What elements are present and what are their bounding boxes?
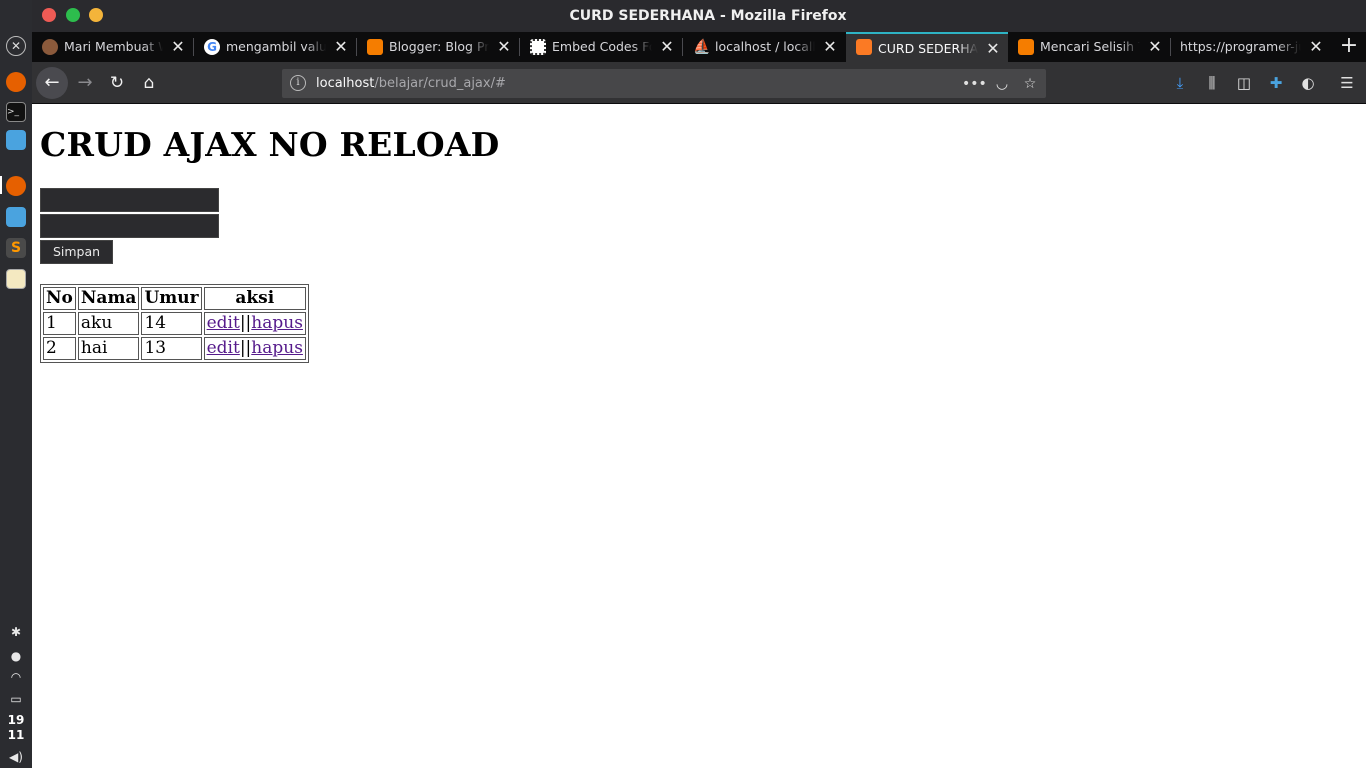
action-separator: ||: [239, 338, 252, 358]
wifi-icon[interactable]: ◠: [6, 668, 26, 686]
header-no: No: [43, 287, 76, 310]
header-nama: Nama: [77, 287, 140, 310]
qr-icon: [530, 39, 546, 55]
battery-icon[interactable]: ▭: [6, 690, 26, 708]
tab-close-icon[interactable]: ✕: [823, 32, 837, 62]
header-umur: Umur: [141, 287, 202, 310]
tab-label: https://programer-junior: [1180, 39, 1301, 54]
dock: ✕ >_ S ✱ ● ◠ ▭ 19 11 ◀): [0, 0, 32, 768]
bluetooth-icon[interactable]: ✱: [6, 623, 26, 641]
cell-umur: 13: [141, 337, 202, 360]
extension-icon[interactable]: ✚: [1266, 73, 1286, 93]
edit-link[interactable]: edit: [207, 313, 240, 333]
data-table: No Nama Umur aksi 1 aku 14 edit||hapus 2…: [40, 284, 309, 363]
action-separator: ||: [239, 313, 252, 333]
xampp-icon: [856, 39, 872, 55]
tab-embed-codes[interactable]: Embed Codes For Web ✕: [520, 32, 682, 62]
save-button[interactable]: Simpan: [40, 240, 113, 264]
user-icon[interactable]: ●: [6, 647, 26, 665]
forward-button[interactable]: →: [71, 69, 99, 97]
bookmark-star-icon[interactable]: ☆: [1020, 74, 1040, 94]
tab-label: Mari Membuat Web: [64, 39, 163, 54]
header-aksi: aksi: [203, 287, 306, 310]
home-button[interactable]: ⌂: [135, 69, 163, 97]
terminal-icon[interactable]: >_: [6, 102, 26, 122]
tab-localhost[interactable]: ⛵ localhost / localhost ✕: [683, 32, 845, 62]
menu-icon[interactable]: ☰: [1337, 73, 1357, 93]
clock[interactable]: 19 11: [0, 713, 32, 743]
close-circle-icon[interactable]: ✕: [6, 36, 26, 56]
url-bar[interactable]: i localhost/belajar/crud_ajax/# ••• ◡ ☆: [282, 69, 1046, 98]
clock-minute: 11: [7, 728, 25, 742]
cell-aksi: edit||hapus: [203, 337, 306, 360]
tab-label: Blogger: Blog Pribadi: [389, 39, 489, 54]
tab-label: CURD SEDERHANA: [878, 41, 978, 56]
new-tab-button[interactable]: +: [1332, 32, 1366, 62]
cell-umur: 14: [141, 312, 202, 335]
tab-close-icon[interactable]: ✕: [1309, 32, 1323, 62]
files-icon[interactable]: [6, 207, 26, 227]
notes-icon[interactable]: [6, 269, 26, 289]
nama-input[interactable]: [40, 188, 219, 212]
tab-close-icon[interactable]: ✕: [171, 32, 185, 62]
firefox-icon[interactable]: [6, 72, 26, 92]
tab-label: Embed Codes For Web: [552, 39, 652, 54]
tab-close-icon[interactable]: ✕: [497, 32, 511, 62]
firefox-icon[interactable]: [6, 176, 26, 196]
tab-close-icon[interactable]: ✕: [986, 34, 1000, 62]
tab-bar: Mari Membuat Web ✕ G mengambil value dar…: [32, 32, 1366, 62]
tab-label: mengambil value dari: [226, 39, 326, 54]
nav-bar: ← → ↻ ⌂ i localhost/belajar/crud_ajax/# …: [32, 62, 1366, 104]
cell-no: 2: [43, 337, 76, 360]
back-button[interactable]: ←: [36, 67, 68, 99]
tab-label: localhost / localhost: [715, 39, 815, 54]
info-icon[interactable]: i: [290, 75, 306, 91]
sync-icon[interactable]: ◐: [1298, 73, 1318, 93]
reload-button[interactable]: ↻: [103, 69, 131, 97]
table-row: 2 hai 13 edit||hapus: [43, 337, 306, 360]
active-app-marker: [0, 176, 2, 194]
folder-icon[interactable]: [6, 130, 26, 150]
hapus-link[interactable]: hapus: [251, 313, 303, 333]
pocket-icon[interactable]: ◡: [992, 74, 1012, 94]
page-title: CRUD AJAX NO RELOAD: [40, 125, 500, 164]
tab-close-icon[interactable]: ✕: [1148, 32, 1162, 62]
volume-icon[interactable]: ◀): [6, 748, 26, 766]
cell-nama: aku: [77, 312, 140, 335]
table-row: 1 aku 14 edit||hapus: [43, 312, 306, 335]
window-title: CURD SEDERHANA - Mozilla Firefox: [569, 8, 847, 24]
page-content: CRUD AJAX NO RELOAD Simpan No Nama Umur …: [32, 105, 1366, 768]
cell-no: 1: [43, 312, 76, 335]
clock-hour: 19: [7, 713, 25, 727]
tab-close-icon[interactable]: ✕: [660, 32, 674, 62]
url-path: /belajar/crud_ajax/#: [374, 76, 506, 91]
tab-mengambil-value[interactable]: G mengambil value dari ✕: [194, 32, 356, 62]
tab-close-icon[interactable]: ✕: [334, 32, 348, 62]
google-icon: G: [204, 39, 220, 55]
downloads-icon[interactable]: ⤓: [1170, 73, 1190, 93]
edit-link[interactable]: edit: [207, 338, 240, 358]
sublime-icon[interactable]: S: [6, 238, 26, 258]
blogger-icon: [1018, 39, 1034, 55]
tab-mari-membuat[interactable]: Mari Membuat Web ✕: [32, 32, 193, 62]
sidebar-icon[interactable]: ◫: [1234, 73, 1254, 93]
tab-blogger[interactable]: Blogger: Blog Pribadi ✕: [357, 32, 519, 62]
cell-aksi: edit||hapus: [203, 312, 306, 335]
url-text[interactable]: localhost/belajar/crud_ajax/#: [316, 69, 506, 98]
url-host: localhost: [316, 76, 375, 91]
page-actions-icon[interactable]: •••: [962, 74, 987, 94]
tab-label: Mencari Selisih Tanggal: [1040, 39, 1140, 54]
phpmyadmin-icon: ⛵: [693, 39, 711, 55]
tab-curd-sederhana[interactable]: CURD SEDERHANA ✕: [846, 32, 1008, 62]
umur-input[interactable]: [40, 214, 219, 238]
blogger-icon: [367, 39, 383, 55]
table-header-row: No Nama Umur aksi: [43, 287, 306, 310]
hapus-link[interactable]: hapus: [251, 338, 303, 358]
avatar-icon: [42, 39, 58, 55]
tab-mencari-selisih[interactable]: Mencari Selisih Tanggal ✕: [1008, 32, 1170, 62]
tab-programer-junior[interactable]: https://programer-junior ✕: [1171, 32, 1331, 62]
cell-nama: hai: [77, 337, 140, 360]
library-icon[interactable]: ⫼: [1202, 73, 1222, 93]
